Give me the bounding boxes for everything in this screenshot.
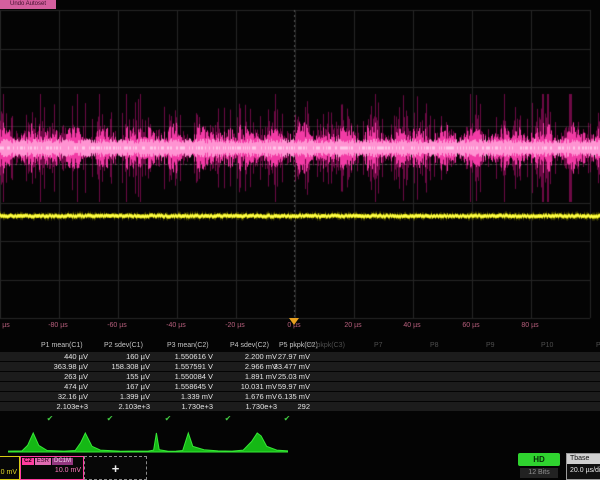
- measurement-histicons: [0, 431, 600, 454]
- table-row: 440 µV160 µV1.550616 V2.200 mV27.97 mV: [0, 352, 600, 361]
- status-check-icon: ✔: [225, 413, 232, 425]
- parameter-histicon[interactable]: [176, 431, 232, 454]
- time-axis-label: 80 µs: [521, 322, 538, 329]
- table-cell: 1.339 mV: [151, 392, 213, 401]
- time-axis-label: -20 µs: [225, 322, 245, 329]
- parameter-header[interactable]: P3 mean(C2): [167, 342, 209, 349]
- table-cell: 1.558645 V: [151, 382, 213, 391]
- parameter-histicon[interactable]: [120, 431, 176, 454]
- table-cell: 167 µV: [88, 382, 150, 391]
- channel-c1-descriptor[interactable]: C1 DC1M 10.0 mV: [0, 456, 20, 480]
- table-cell: 363.98 µV: [26, 362, 88, 371]
- table-row: 263 µV155 µV1.550084 V1.891 mV25.03 mV: [0, 372, 600, 381]
- table-cell: 1.550084 V: [151, 372, 213, 381]
- table-cell: 59.97 mV: [248, 382, 310, 391]
- trigger-position-marker[interactable]: [289, 318, 299, 325]
- c1-vertical-scale: 10.0 mV: [0, 467, 19, 476]
- table-cell: 474 µV: [26, 382, 88, 391]
- table-row: 2.103e+32.103e+31.730e+31.730e+3292: [0, 402, 600, 411]
- table-cell: 32.16 µV: [26, 392, 88, 401]
- time-axis-label: -40 µs: [166, 322, 186, 329]
- time-axis-label: 40 µs: [403, 322, 420, 329]
- parameter-header-inactive[interactable]: P6 pkpk(C3): [306, 342, 345, 349]
- table-cell: 155 µV: [88, 372, 150, 381]
- hd-bits-label: 12 Bits: [520, 468, 558, 478]
- timebase-scale: 20.0 µs/div: [567, 464, 600, 477]
- status-check-icon: ✔: [107, 413, 114, 425]
- parameter-header[interactable]: P4 sdev(C2): [230, 342, 269, 349]
- parameter-header-inactive[interactable]: P8: [430, 342, 439, 349]
- table-cell: 2.103e+3: [88, 402, 150, 411]
- table-row: 474 µV167 µV1.558645 V10.031 mV59.97 mV: [0, 382, 600, 391]
- c2-esr-badge: ESR: [35, 458, 51, 465]
- time-axis: -100 µs-80 µs-60 µs-40 µs-20 µs0 µs20 µs…: [0, 321, 600, 333]
- table-cell: 263 µV: [26, 372, 88, 381]
- c2-coupling-chip: DC1M: [52, 458, 73, 465]
- table-cell: 440 µV: [26, 352, 88, 361]
- hd-mode-badge[interactable]: HD: [518, 453, 560, 466]
- parameter-histicon[interactable]: [232, 431, 288, 454]
- table-cell: 292: [248, 402, 310, 411]
- table-row: 363.98 µV158.308 µV1.557591 V2.966 mV33.…: [0, 362, 600, 371]
- parameter-histicon[interactable]: [64, 431, 120, 454]
- channel-c2-descriptor[interactable]: C2 ESR DC1M 10.0 mV: [20, 456, 84, 480]
- table-cell: 1.557591 V: [151, 362, 213, 371]
- undo-autoset-badge[interactable]: Undo Autoset: [0, 0, 56, 9]
- time-axis-label: 20 µs: [344, 322, 361, 329]
- c2-vertical-scale: 10.0 mV: [21, 465, 83, 474]
- table-cell: 1.730e+3: [151, 402, 213, 411]
- table-cell: 160 µV: [88, 352, 150, 361]
- timebase-descriptor[interactable]: Tbase 20.0 µs/div: [566, 453, 600, 480]
- table-cell: 33.477 mV: [248, 362, 310, 371]
- table-cell: 1.399 µV: [88, 392, 150, 401]
- parameter-header[interactable]: P2 sdev(C1): [104, 342, 143, 349]
- parameter-histicon[interactable]: [8, 431, 64, 454]
- waveform-grid-display[interactable]: [0, 0, 600, 335]
- status-check-icon: ✔: [47, 413, 54, 425]
- parameter-header[interactable]: P1 mean(C1): [41, 342, 83, 349]
- status-check-icon: ✔: [284, 413, 291, 425]
- table-row: 32.16 µV1.399 µV1.339 mV1.676 mV6.135 mV: [0, 392, 600, 401]
- add-trace-button[interactable]: +: [84, 456, 147, 480]
- plus-icon: +: [112, 461, 120, 476]
- c2-label-chip: C2: [22, 458, 34, 465]
- time-axis-label: -100 µs: [0, 322, 10, 329]
- parameter-header-inactive[interactable]: P10: [541, 342, 553, 349]
- time-axis-label: -80 µs: [48, 322, 68, 329]
- table-cell: 27.97 mV: [248, 352, 310, 361]
- parameter-header-inactive[interactable]: P11: [596, 342, 600, 349]
- oscilloscope-screen: Undo Autoset -100 µs -80 µs -60 µs -40 µs -2…: [0, 0, 600, 480]
- time-axis-label: 60 µs: [462, 322, 479, 329]
- table-cell: 6.135 mV: [248, 392, 310, 401]
- table-cell: 1.550616 V: [151, 352, 213, 361]
- table-cell: 25.03 mV: [248, 372, 310, 381]
- timebase-title: Tbase: [567, 454, 600, 464]
- table-cell: 158.308 µV: [88, 362, 150, 371]
- time-axis-label: -60 µs: [107, 322, 127, 329]
- status-check-icon: ✔: [165, 413, 172, 425]
- parameter-header-inactive[interactable]: P9: [486, 342, 495, 349]
- table-cell: 2.103e+3: [26, 402, 88, 411]
- measurement-table: P1 mean(C1) P2 sdev(C1) P3 mean(C2) P4 sdev…: [0, 341, 600, 425]
- parameter-header-inactive[interactable]: P7: [374, 342, 383, 349]
